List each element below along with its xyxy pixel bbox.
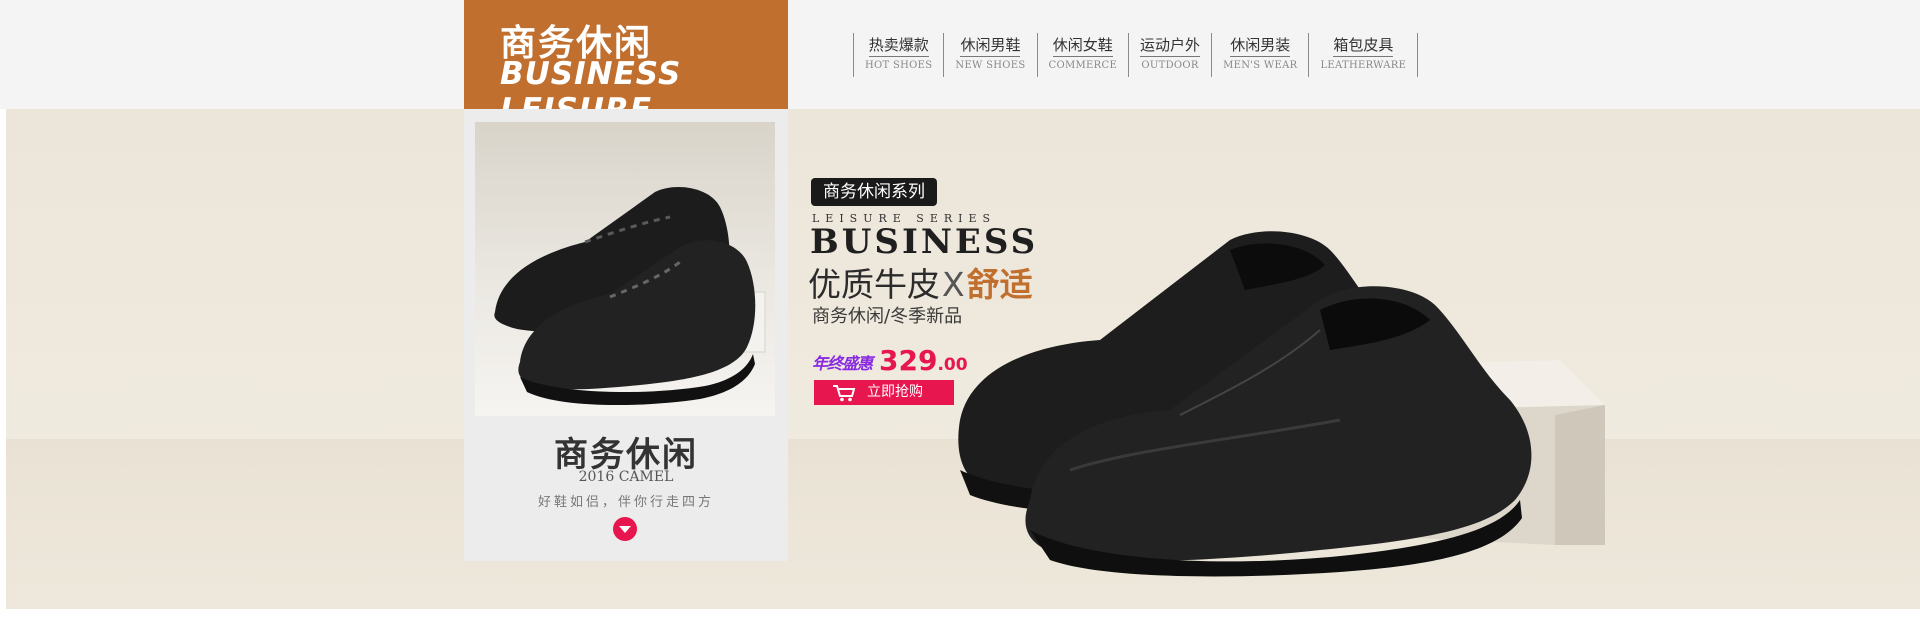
promo-subline: 商务休闲/冬季新品: [812, 306, 963, 327]
nav-item-leatherware[interactable]: 箱包皮具 LEATHERWARE: [1308, 33, 1419, 77]
nav-label-cn: 休闲男鞋: [960, 36, 1021, 57]
nav-label-en: COMMERCE: [1048, 60, 1118, 71]
category-nav: 热卖爆款 HOT SHOES 休闲男鞋 NEW SHOES 休闲女鞋 COMME…: [853, 33, 1419, 79]
brand-logo[interactable]: 商务休闲 BUSINESS LEISURE: [464, 0, 788, 128]
card-shoe-image: [475, 122, 775, 416]
nav-item-mens-wear[interactable]: 休闲男装 MEN'S WEAR: [1211, 33, 1308, 77]
headline-cross-mark: X: [942, 265, 965, 304]
buy-now-label: 立即抢购: [867, 384, 923, 400]
nav-label-en: HOT SHOES: [865, 60, 933, 71]
headline-cn: 优质牛皮X舒适: [808, 258, 1033, 306]
nav-label-cn: 休闲女鞋: [1052, 36, 1113, 57]
nav-item-outdoor[interactable]: 运动户外 OUTDOOR: [1128, 33, 1211, 77]
event-badge: 年终盛惠: [812, 354, 873, 373]
nav-label-cn: 运动户外: [1140, 36, 1201, 57]
headline-en: BUSINESS: [810, 222, 1039, 262]
nav-label-cn: 休闲男装: [1230, 36, 1291, 57]
series-tag: 商务休闲系列: [811, 178, 937, 206]
price: 329.00: [879, 344, 968, 377]
card-slogan: 好鞋如侣，伴你行走四方: [537, 495, 714, 510]
nav-item-new-shoes[interactable]: 休闲男鞋 NEW SHOES: [943, 33, 1036, 77]
nav-label-cn: 箱包皮具: [1333, 36, 1394, 57]
nav-label-en: LEATHERWARE: [1320, 60, 1407, 71]
nav-label-en: OUTDOOR: [1141, 60, 1199, 71]
nav-label-cn: 热卖爆款: [868, 36, 929, 57]
category-card[interactable]: 商务休闲 2016 CAMEL 好鞋如侣，伴你行走四方: [464, 109, 788, 561]
headline-cn-part1: 优质牛皮: [808, 265, 940, 304]
nav-label-en: MEN'S WEAR: [1223, 60, 1298, 71]
nav-item-hot-shoes[interactable]: 热卖爆款 HOT SHOES: [853, 33, 943, 77]
nav-item-commerce[interactable]: 休闲女鞋 COMMERCE: [1036, 33, 1129, 77]
cart-icon: [833, 385, 856, 402]
chevron-down-icon[interactable]: [613, 517, 637, 541]
headline-cn-part2: 舒适: [966, 265, 1033, 304]
price-decimal: .00: [937, 355, 968, 375]
nav-label-en: NEW SHOES: [955, 60, 1026, 71]
buy-now-button[interactable]: 立即抢购: [814, 380, 954, 405]
card-subtitle: 2016 CAMEL: [578, 469, 674, 485]
price-integer: 329: [879, 344, 938, 377]
